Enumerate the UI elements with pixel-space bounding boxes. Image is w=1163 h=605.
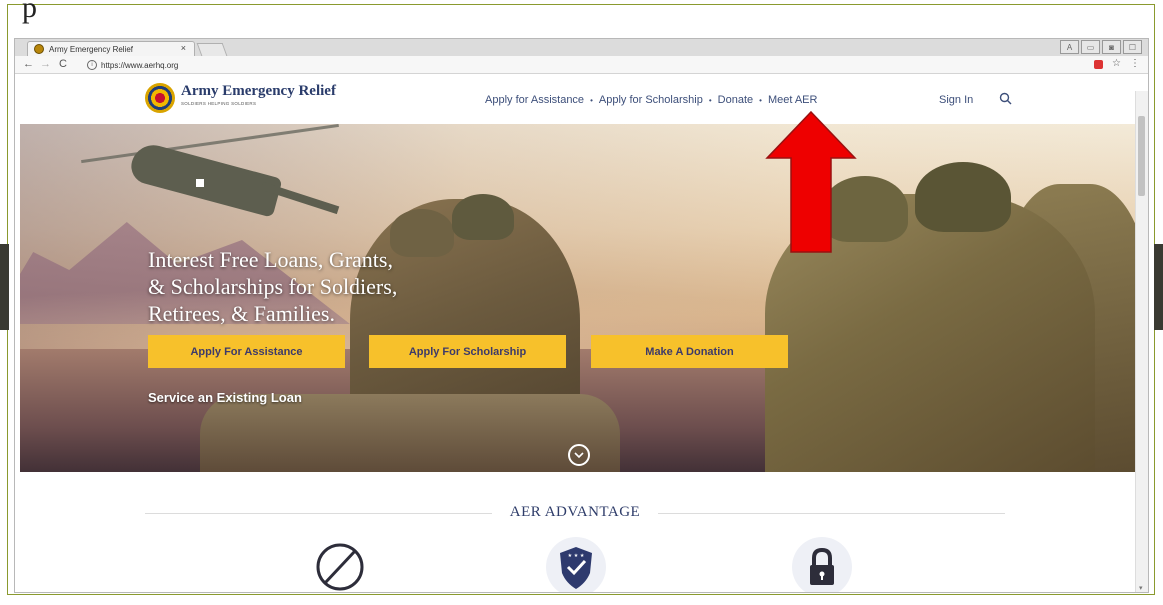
wounded-soldier-image xyxy=(200,394,620,472)
maximize-button[interactable]: ◙ xyxy=(1102,40,1121,54)
annotation-arrow-icon xyxy=(765,110,857,253)
soldier-helmet xyxy=(915,162,1011,232)
nav-donate[interactable]: Donate xyxy=(718,94,753,106)
forward-arrow-icon[interactable]: → xyxy=(40,58,51,70)
lock-icon xyxy=(792,537,852,592)
tab-title: Army Emergency Relief xyxy=(49,44,134,54)
minimize-button[interactable]: ▭ xyxy=(1081,40,1100,54)
hero-headline-line: Interest Free Loans, Grants, xyxy=(148,247,393,272)
soldier-helmet xyxy=(452,194,514,240)
make-donation-button[interactable]: Make A Donation xyxy=(591,335,788,368)
logo-tagline: SOLDIERS HELPING SOLDIERS xyxy=(181,101,257,106)
new-tab-button[interactable] xyxy=(196,43,228,56)
hero-banner: Interest Free Loans, Grants, & Scholarsh… xyxy=(20,124,1137,472)
helicopter-image xyxy=(127,140,283,218)
back-arrow-icon[interactable]: ← xyxy=(23,58,34,70)
extension-icon[interactable] xyxy=(1094,60,1104,69)
search-icon[interactable] xyxy=(999,92,1012,105)
advantage-title-text: AER ADVANTAGE xyxy=(491,504,659,520)
advantage-title: AER ADVANTAGE xyxy=(15,504,1135,521)
nav-meet-aer[interactable]: Meet AER xyxy=(768,94,818,106)
helicopter-rotor xyxy=(81,124,339,164)
nav-apply-assistance[interactable]: Apply for Assistance xyxy=(485,94,584,106)
nav-separator: • xyxy=(759,95,762,105)
hero-headline: Interest Free Loans, Grants, & Scholarsh… xyxy=(148,246,568,327)
page-scrollbar[interactable]: ▾ xyxy=(1135,91,1148,592)
browser-tab[interactable]: Army Emergency Relief × xyxy=(27,41,195,56)
scroll-arrow-down-icon[interactable]: ▾ xyxy=(1139,584,1143,592)
tab-strip: Army Emergency Relief × A ▭ ◙ ☐ xyxy=(15,39,1148,56)
window-controls: A ▭ ◙ ☐ xyxy=(1060,40,1142,54)
close-window-button[interactable]: ☐ xyxy=(1123,40,1142,54)
scrollbar-thumb[interactable] xyxy=(1138,116,1145,196)
main-nav: Apply for Assistance • Apply for Scholar… xyxy=(485,94,817,106)
url-text: https://www.aerhq.org xyxy=(101,60,179,70)
address-bar[interactable]: i https://www.aerhq.org xyxy=(87,59,287,71)
no-entry-icon xyxy=(310,537,370,592)
apply-assistance-button[interactable]: Apply For Assistance xyxy=(148,335,345,368)
slide-title-fragment: p xyxy=(22,0,37,24)
shield-check-icon: ★ ★ ★ xyxy=(546,537,606,592)
bookmark-star-icon[interactable]: ☆ xyxy=(1112,58,1121,69)
hero-headline-line: Retirees, & Families. xyxy=(148,301,335,326)
nav-separator: • xyxy=(590,95,593,105)
service-loan-link[interactable]: Service an Existing Loan xyxy=(148,390,302,405)
browser-window: Army Emergency Relief × A ▭ ◙ ☐ ← → C i … xyxy=(14,38,1149,593)
aer-favicon-icon xyxy=(34,44,44,54)
apply-scholarship-button[interactable]: Apply For Scholarship xyxy=(369,335,566,368)
browser-toolbar: ← → C i https://www.aerhq.org ☆ ⋮ xyxy=(15,56,1148,74)
toolbar-right: ☆ ⋮ xyxy=(1094,58,1140,69)
site-header: Army Emergency Relief SOLDIERS HELPING S… xyxy=(15,74,1135,124)
svg-text:★ ★ ★: ★ ★ ★ xyxy=(568,553,585,559)
nav-separator: • xyxy=(708,95,712,105)
hero-headline-line: & Scholarships for Soldiers, xyxy=(148,274,398,299)
tab-close-button[interactable]: × xyxy=(181,43,186,53)
reload-icon[interactable]: C xyxy=(59,58,67,70)
helicopter-medic-cross xyxy=(196,179,204,187)
info-icon[interactable]: i xyxy=(87,60,97,70)
profile-button[interactable]: A xyxy=(1060,40,1079,54)
chevron-down-icon xyxy=(574,452,584,459)
slide-side-bar-right xyxy=(1154,244,1163,330)
nav-apply-scholarship[interactable]: Apply for Scholarship xyxy=(599,94,703,106)
slide-side-bar-left xyxy=(0,244,9,330)
scroll-down-button[interactable] xyxy=(568,444,590,466)
aer-logo-icon[interactable] xyxy=(145,83,175,113)
menu-dots-icon[interactable]: ⋮ xyxy=(1130,58,1140,69)
logo-name[interactable]: Army Emergency Relief xyxy=(181,83,336,100)
sign-in-link[interactable]: Sign In xyxy=(939,94,973,106)
